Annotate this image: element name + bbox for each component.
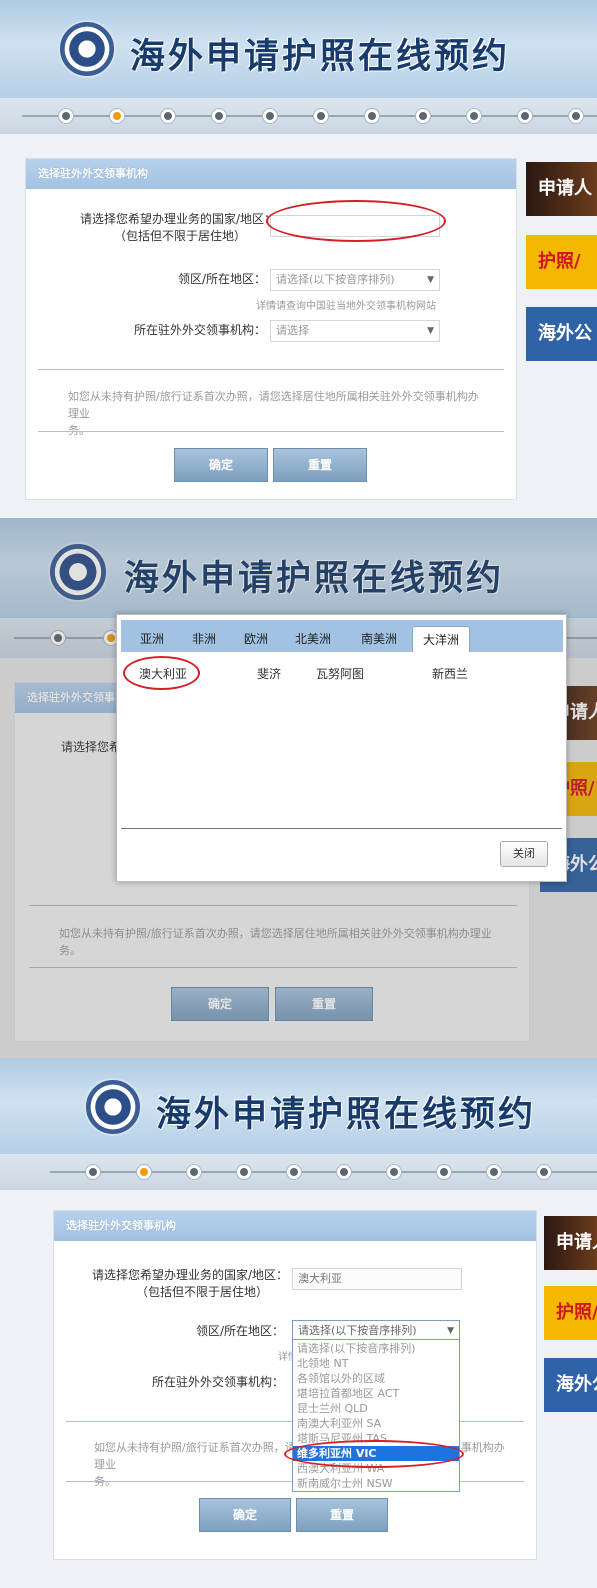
step-dot-active <box>137 1165 151 1179</box>
side-banner-apply[interactable]: 申请人 <box>526 162 597 216</box>
tab-africa[interactable]: 非洲 <box>179 626 229 652</box>
district-option[interactable]: 新南威尔士州 NSW <box>293 1476 459 1491</box>
divider <box>38 369 504 370</box>
step-dot <box>416 109 430 123</box>
step-dot-active <box>110 109 124 123</box>
side-banner-passport[interactable]: 护照/ <box>526 235 597 289</box>
confirm-button[interactable]: 确定 <box>174 448 268 482</box>
side-banner-apply[interactable]: 申请人 <box>544 1216 597 1270</box>
country-picker-modal: 亚洲 非洲 欧洲 北美洲 南美洲 大洋洲 澳大利亚 斐济 瓦努阿图 新西兰 关闭 <box>116 614 567 882</box>
district-option[interactable]: 堪培拉首都地区 ACT <box>293 1386 459 1401</box>
country-new-zealand[interactable]: 新西兰 <box>432 665 468 682</box>
country-label: 请选择您希望办理业务的国家/地区： <box>91 1268 288 1282</box>
step-dot <box>365 109 379 123</box>
close-button[interactable]: 关闭 <box>500 841 548 867</box>
confirm-button[interactable]: 确定 <box>199 1498 291 1532</box>
site-title: 海外申请护照在线预约 <box>156 1094 537 1135</box>
section-title: 选择驻外外交领事机构 <box>54 1211 536 1241</box>
step-progress <box>0 98 597 134</box>
country-sublabel: （包括但不限于居住地） <box>113 229 246 243</box>
consular-affairs-logo <box>84 1078 142 1136</box>
country-vanuatu[interactable]: 瓦努阿图 <box>316 665 364 682</box>
tab-north-america[interactable]: 北美洲 <box>283 626 343 652</box>
district-option[interactable]: 北领地 NT <box>293 1356 459 1371</box>
step2-panel: 海外申请护照在线预约 选择驻外外交领事机构 请选择您希望办理业务的国家/地区： … <box>0 518 597 1058</box>
district-dropdown-list: 请选择(以下按音序排列) 北领地 NT 各领馆以外的区域 堪培拉首都地区 ACT… <box>292 1339 460 1492</box>
step-dot <box>487 1165 501 1179</box>
consulate-form-card: 选择驻外外交领事机构 请选择您希望办理业务的国家/地区： （包括但不限于居住地）… <box>25 158 517 500</box>
section-title: 选择驻外外交领事机构 <box>26 159 516 189</box>
step-progress <box>0 1154 597 1190</box>
highlight-circle <box>284 1440 464 1468</box>
tab-oceania[interactable]: 大洋洲 <box>412 626 470 652</box>
step-dot <box>187 1165 201 1179</box>
tab-asia[interactable]: 亚洲 <box>127 626 177 652</box>
step-dot <box>467 109 481 123</box>
country-label: 请选择您希望办理业务的国家/地区： <box>79 212 276 226</box>
district-option[interactable]: 南澳大利亚州 SA <box>293 1416 459 1431</box>
step-dot <box>287 1165 301 1179</box>
step-dot <box>86 1165 100 1179</box>
district-label: 领区/所在地区： <box>177 272 266 286</box>
step-dot <box>437 1165 451 1179</box>
consulate-label: 所在驻外外交领事机构： <box>133 323 266 337</box>
consulate-select[interactable]: 请选择 ▼ <box>270 320 440 342</box>
consulate-label: 所在驻外外交领事机构： <box>151 1375 284 1389</box>
step3-panel: 海外申请护照在线预约 选择驻外外交领事机构 请选择您希望办理业务的国家/地区： … <box>0 1058 597 1588</box>
district-option[interactable]: 各领馆以外的区域 <box>293 1371 459 1386</box>
side-banner-overseas[interactable]: 海外公 <box>544 1358 597 1412</box>
step-dot <box>537 1165 551 1179</box>
step-dot <box>237 1165 251 1179</box>
step1-panel: 海外申请护照在线预约 选择驻外外交领事机构 请选择您希望办理业务的国家/地区： … <box>0 0 597 518</box>
step-dot <box>569 109 583 123</box>
site-title: 海外申请护照在线预约 <box>130 36 511 77</box>
chevron-down-icon: ▼ <box>427 326 434 336</box>
chevron-down-icon: ▼ <box>447 1326 454 1336</box>
step-dot <box>59 109 73 123</box>
district-hint: 详情请查询中国驻当地外交领事机构网站 <box>256 301 436 312</box>
divider <box>121 828 562 829</box>
district-option[interactable]: 请选择(以下按音序排列) <box>293 1341 459 1356</box>
country-input[interactable]: 澳大利亚 <box>292 1268 462 1290</box>
side-banner-passport[interactable]: 护照/ <box>544 1286 597 1340</box>
step-dot <box>161 109 175 123</box>
country-sublabel: （包括但不限于居住地） <box>135 1285 268 1299</box>
step-dot <box>314 109 328 123</box>
district-option[interactable]: 昆士兰州 QLD <box>293 1401 459 1416</box>
step-dot <box>212 109 226 123</box>
page-header: 海外申请护照在线预约 <box>0 1058 597 1154</box>
reset-button[interactable]: 重置 <box>273 448 367 482</box>
country-fiji[interactable]: 斐济 <box>257 665 281 682</box>
step-dot <box>263 109 277 123</box>
consular-affairs-logo <box>58 20 116 78</box>
chevron-down-icon: ▼ <box>427 275 434 285</box>
district-select[interactable]: 请选择(以下按音序排列) ▼ <box>270 269 440 291</box>
continent-tabs: 亚洲 非洲 欧洲 北美洲 南美洲 大洋洲 <box>121 620 563 652</box>
district-label: 领区/所在地区： <box>195 1324 284 1338</box>
highlight-circle <box>266 200 446 242</box>
step-dot <box>337 1165 351 1179</box>
reset-button[interactable]: 重置 <box>296 1498 388 1532</box>
side-banner-overseas[interactable]: 海外公 <box>526 307 597 361</box>
step-dot <box>518 109 532 123</box>
step-dot <box>387 1165 401 1179</box>
highlight-circle <box>123 656 200 690</box>
divider <box>38 431 504 432</box>
page-header: 海外申请护照在线预约 <box>0 0 597 98</box>
tab-south-america[interactable]: 南美洲 <box>349 626 409 652</box>
tab-europe[interactable]: 欧洲 <box>231 626 281 652</box>
